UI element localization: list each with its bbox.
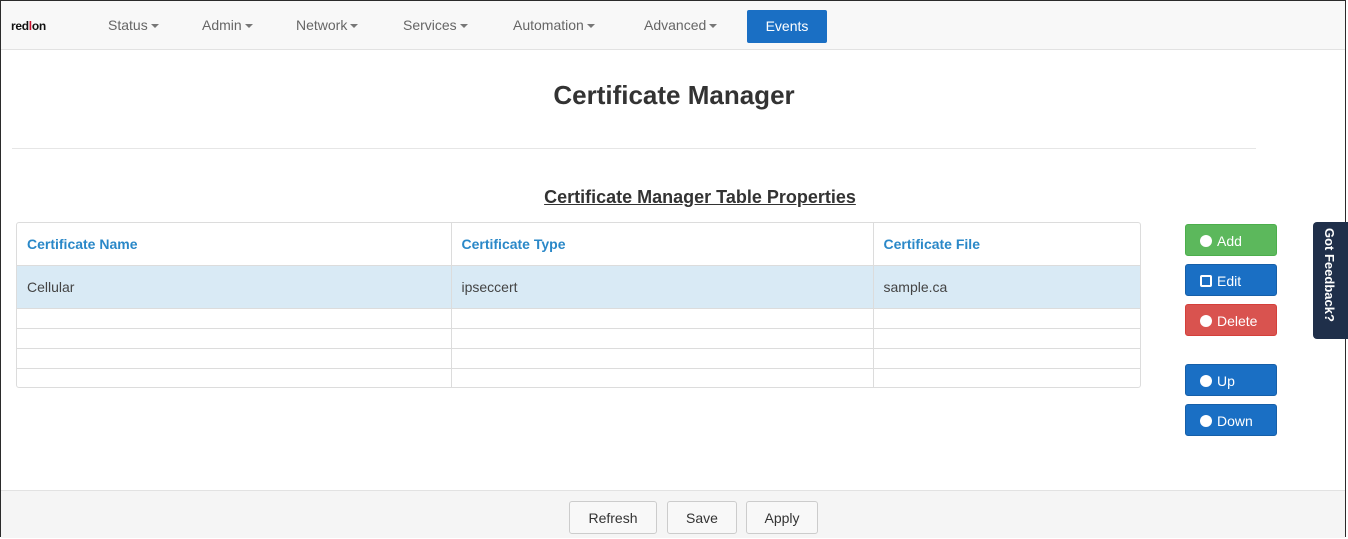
page-title: Certificate Manager — [553, 80, 795, 110]
edit-button[interactable]: Edit — [1185, 264, 1277, 296]
cell-name: Cellular — [17, 265, 452, 309]
cell-file — [873, 308, 1140, 329]
edit-icon — [1200, 275, 1212, 287]
cell-name — [17, 308, 452, 329]
top-navbar: redlon Status Admin Network Services Aut… — [1, 1, 1345, 50]
up-button[interactable]: Up — [1185, 364, 1277, 396]
column-header-type[interactable]: Certificate Type — [451, 223, 874, 266]
arrow-down-circle-icon — [1200, 415, 1212, 427]
cell-type: ipseccert — [451, 265, 874, 309]
nav-automation[interactable]: Automation — [513, 1, 595, 49]
feedback-tab[interactable]: Got Feedback? — [1313, 222, 1348, 339]
logo-text-1: red — [11, 19, 29, 33]
cell-file — [873, 348, 1140, 369]
cell-type — [451, 348, 874, 369]
column-header-name[interactable]: Certificate Name — [17, 223, 452, 266]
table-header-row: Certificate Name Certificate Type Certif… — [17, 223, 1140, 266]
chevron-down-icon — [244, 24, 253, 29]
column-header-file[interactable]: Certificate File — [873, 223, 1140, 266]
nav-status-label: Status — [108, 17, 148, 33]
cell-file: sample.ca — [873, 265, 1140, 309]
nav-advanced[interactable]: Advanced — [644, 1, 718, 49]
table-row[interactable] — [17, 328, 1140, 349]
delete-button[interactable]: Delete — [1185, 304, 1277, 336]
down-button[interactable]: Down — [1185, 404, 1277, 436]
table-row[interactable] — [17, 308, 1140, 329]
chevron-down-icon — [586, 24, 595, 29]
nav-admin[interactable]: Admin — [202, 1, 253, 49]
edit-label: Edit — [1217, 273, 1242, 289]
cell-type — [451, 328, 874, 349]
refresh-button[interactable]: Refresh — [569, 501, 657, 534]
table-row[interactable] — [17, 368, 1140, 387]
divider — [12, 148, 1256, 149]
cell-type — [451, 308, 874, 329]
down-label: Down — [1217, 413, 1253, 429]
cell-name — [17, 368, 452, 387]
delete-label: Delete — [1217, 313, 1258, 329]
chevron-down-icon — [150, 24, 159, 29]
nav-advanced-label: Advanced — [644, 17, 707, 33]
chevron-down-icon — [709, 24, 718, 29]
cell-file — [873, 328, 1140, 349]
nav-admin-label: Admin — [202, 17, 242, 33]
nav-network[interactable]: Network — [296, 1, 359, 49]
certificate-table: Certificate Name Certificate Type Certif… — [16, 222, 1141, 388]
cell-type — [451, 368, 874, 387]
chevron-down-icon — [350, 24, 359, 29]
section-title: Certificate Manager Table Properties — [544, 187, 856, 207]
up-label: Up — [1217, 373, 1235, 389]
table-row[interactable] — [17, 348, 1140, 369]
table-row[interactable]: Cellular ipseccert sample.ca — [17, 265, 1140, 309]
cell-file — [873, 368, 1140, 387]
nav-automation-label: Automation — [513, 17, 584, 33]
nav-status[interactable]: Status — [108, 1, 159, 49]
nav-services-label: Services — [403, 17, 457, 33]
chevron-down-icon — [459, 24, 468, 29]
save-button[interactable]: Save — [667, 501, 737, 534]
nav-network-label: Network — [296, 17, 348, 33]
arrow-up-circle-icon — [1200, 375, 1212, 387]
minus-circle-icon — [1200, 315, 1212, 327]
plus-circle-icon — [1200, 235, 1212, 247]
brand-logo: redlon — [11, 19, 46, 33]
logo-text-3: on — [31, 19, 46, 33]
cell-name — [17, 348, 452, 369]
feedback-label: Got Feedback? — [1322, 228, 1337, 322]
nav-services[interactable]: Services — [403, 1, 468, 49]
add-button[interactable]: Add — [1185, 224, 1277, 256]
cell-name — [17, 328, 452, 349]
add-label: Add — [1217, 233, 1242, 249]
events-button[interactable]: Events — [747, 10, 827, 43]
apply-button[interactable]: Apply — [746, 501, 818, 534]
